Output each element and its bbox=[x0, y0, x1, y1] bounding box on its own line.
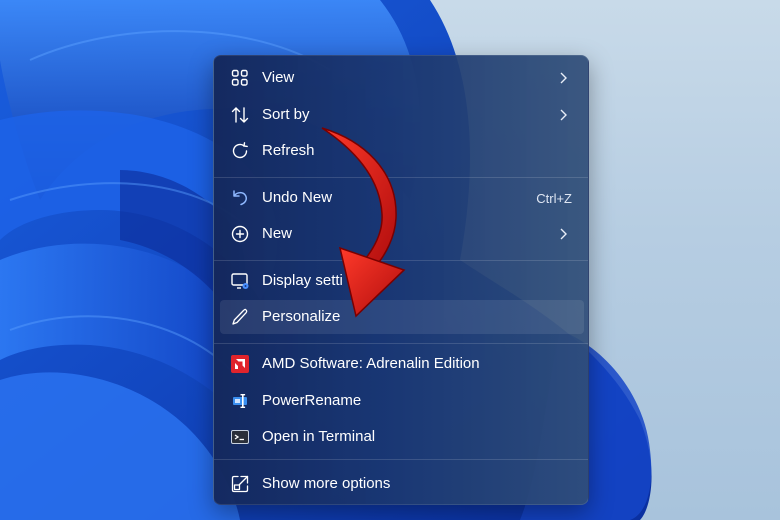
plus-circle-icon bbox=[230, 224, 250, 244]
menu-item-label: Personalize bbox=[262, 308, 341, 325]
menu-item-label: Refresh bbox=[262, 142, 315, 159]
menu-item-label: New bbox=[262, 225, 293, 242]
menu-item-label: AMD Software: Adrenalin Edition bbox=[262, 355, 480, 372]
menu-item-label: Open in Terminal bbox=[262, 428, 376, 445]
chevron-right-icon bbox=[556, 70, 570, 86]
menu-item-refresh[interactable]: Refresh bbox=[220, 134, 584, 168]
powerrename-icon bbox=[230, 391, 250, 411]
menu-item-label: Sort by bbox=[262, 106, 310, 123]
menu-item-undo-new[interactable]: Undo New Ctrl+Z bbox=[220, 181, 584, 215]
amd-logo-icon bbox=[230, 354, 250, 374]
menu-item-amd-software[interactable]: AMD Software: Adrenalin Edition bbox=[220, 347, 584, 381]
show-more-icon bbox=[230, 474, 250, 494]
menu-separator bbox=[214, 459, 588, 460]
display-settings-icon bbox=[230, 271, 250, 291]
menu-separator bbox=[214, 177, 588, 178]
menu-item-label: Undo New bbox=[262, 189, 333, 206]
menu-separator bbox=[214, 343, 588, 344]
grid-view-icon bbox=[230, 68, 250, 88]
chevron-right-icon bbox=[556, 226, 570, 242]
menu-item-powerrename[interactable]: PowerRename bbox=[220, 384, 584, 418]
menu-separator bbox=[214, 260, 588, 261]
menu-item-label: PowerRename bbox=[262, 392, 362, 409]
menu-item-show-more-options[interactable]: Show more options bbox=[220, 467, 584, 501]
chevron-right-icon bbox=[556, 107, 570, 123]
menu-item-display-settings[interactable]: Display setti bbox=[220, 264, 584, 298]
menu-item-label: Show more options bbox=[262, 475, 391, 492]
shortcut-label: Ctrl+Z bbox=[536, 191, 572, 206]
menu-item-view[interactable]: View bbox=[220, 61, 584, 95]
menu-item-new[interactable]: New bbox=[220, 217, 584, 251]
undo-icon bbox=[230, 188, 250, 208]
menu-item-label: View bbox=[262, 69, 295, 86]
menu-item-personalize[interactable]: Personalize bbox=[220, 300, 584, 334]
sort-arrows-icon bbox=[230, 105, 250, 125]
menu-item-sort-by[interactable]: Sort by bbox=[220, 98, 584, 132]
terminal-icon bbox=[230, 427, 250, 447]
menu-item-open-in-terminal[interactable]: Open in Terminal bbox=[220, 420, 584, 454]
refresh-icon bbox=[230, 141, 250, 161]
desktop-context-menu: View Sort by Refresh Undo New Ctrl+Z New bbox=[213, 55, 589, 505]
menu-item-label: Display setti bbox=[262, 272, 343, 289]
pen-icon bbox=[230, 307, 250, 327]
